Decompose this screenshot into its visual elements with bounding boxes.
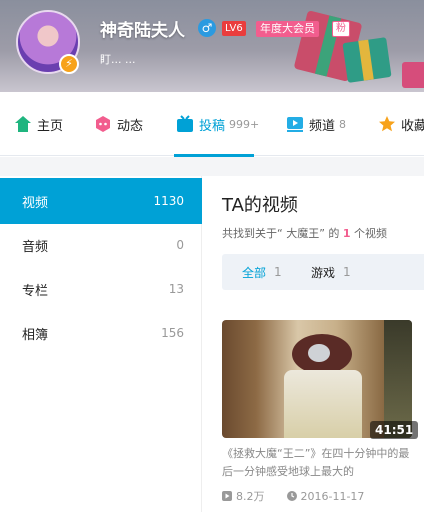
sidebar-item-label: 专栏: [22, 283, 49, 299]
video-title[interactable]: 《拯救大魔“王二”》在四十分钟中的最后一分钟感受地球上最大的: [222, 445, 412, 481]
search-result-summary: 共找到关于“ 大魔王” 的 1 个视频: [222, 225, 387, 241]
video-meta: 8.2万 2016-11-17: [222, 488, 364, 504]
thumbnail-art: [308, 344, 330, 362]
verified-lightning-icon: ⚡: [59, 54, 79, 74]
sidebar-item-label: 音频: [22, 239, 49, 255]
nav-item-favorites[interactable]: 收藏: [378, 92, 424, 156]
vip-badge[interactable]: 年度大会员: [256, 21, 319, 37]
profile-nav: 主页 动态 投稿 999+ 频道 8 收藏: [0, 92, 424, 157]
star-icon: [379, 116, 395, 132]
sidebar-item-video[interactable]: 视频 1130: [0, 178, 202, 224]
content-type-sidebar: 视频 1130 音频 0 专栏 13 相簿 156: [0, 176, 202, 512]
nav-label: 收藏: [401, 118, 424, 134]
sidebar-item-label: 相簿: [22, 327, 49, 343]
sidebar-item-article[interactable]: 专栏 13: [0, 266, 202, 312]
sidebar-item-count: 0: [176, 238, 184, 252]
nav-count: 8: [339, 117, 347, 131]
nav-item-upload[interactable]: 投稿 999+: [176, 92, 259, 156]
tab-label: 游戏: [311, 265, 336, 280]
gift-box-decoration: [342, 37, 392, 83]
sidebar-item-count: 13: [168, 282, 184, 296]
nav-item-home[interactable]: 主页: [14, 92, 63, 156]
section-title: TA的视频: [222, 195, 298, 216]
thumbnail-art: [284, 370, 362, 438]
nav-count: 999+: [229, 117, 260, 131]
upload-icon: [177, 115, 193, 132]
section-divider: [0, 157, 424, 176]
nav-label: 频道: [309, 118, 336, 134]
sidebar-item-album[interactable]: 相簿 156: [0, 310, 202, 356]
gift-box-decoration: [402, 62, 424, 88]
result-count: 1: [342, 227, 351, 240]
home-icon: [15, 116, 31, 132]
username: 神奇陆夫人: [100, 21, 185, 41]
user-sign: 盯... ...: [100, 53, 136, 66]
nav-label: 动态: [117, 118, 144, 134]
category-tabs: 全部 1 游戏 1: [222, 254, 424, 290]
sidebar-item-count: 1130: [153, 194, 184, 208]
tab-count: 1: [343, 265, 351, 279]
result-suffix: 个视频: [354, 227, 388, 240]
play-count-icon: [222, 491, 232, 501]
sidebar-item-label: 视频: [22, 195, 49, 211]
tab-game[interactable]: 游戏 1: [311, 254, 351, 290]
gender-male-icon: ♂: [198, 19, 216, 37]
tab-all[interactable]: 全部 1: [242, 254, 282, 290]
play-count: 8.2万: [236, 490, 265, 503]
upload-date: 2016-11-17: [300, 489, 365, 503]
nav-label: 投稿: [199, 118, 226, 134]
channel-icon: [287, 117, 303, 132]
dynamic-icon: [96, 116, 110, 132]
nav-item-dynamic[interactable]: 动态: [94, 92, 143, 156]
sidebar-item-count: 156: [161, 326, 184, 340]
tab-label: 全部: [242, 265, 267, 280]
sidebar-item-audio[interactable]: 音频 0: [0, 222, 202, 268]
clock-icon: [286, 491, 297, 501]
fan-badge[interactable]: 粉: [332, 21, 350, 37]
result-prefix: 共找到关于“ 大魔王” 的: [222, 227, 340, 240]
tab-count: 1: [274, 265, 282, 279]
video-duration: 41:51: [370, 421, 419, 439]
nav-item-channel[interactable]: 频道 8: [286, 92, 346, 156]
nav-label: 主页: [37, 118, 64, 134]
level-badge: LV6: [222, 21, 246, 36]
